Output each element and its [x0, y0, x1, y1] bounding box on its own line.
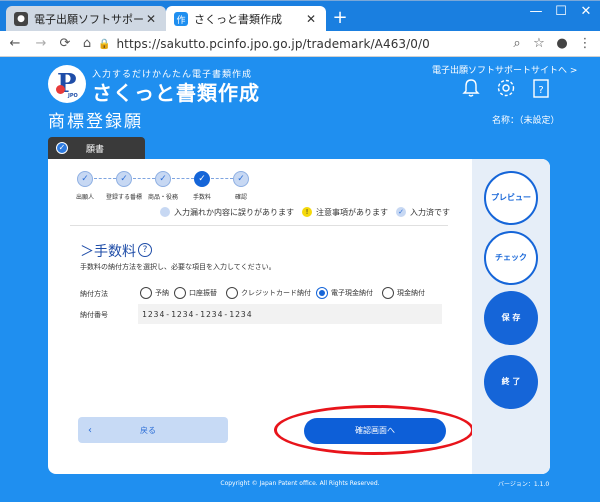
payment-number-input[interactable] — [138, 304, 442, 324]
app-page: P JPO 入力するだけかんたん電子書類作成 さくっと書類作成 電子出願ソフトサ… — [0, 57, 600, 502]
step-connector — [94, 178, 116, 179]
check-button[interactable]: チェック — [484, 231, 538, 285]
payment-number-label: 納付番号 — [80, 310, 108, 320]
site-favicon-icon: 作 — [174, 12, 188, 26]
tab-application-form[interactable]: ✓ 願書 — [48, 137, 145, 159]
chevron-left-icon: ‹ — [88, 425, 92, 436]
step-connector — [133, 178, 155, 179]
highlight-annotation-oval — [274, 405, 474, 455]
lock-icon: 🔒 — [98, 39, 110, 50]
tab-label: 願書 — [86, 142, 104, 155]
step-confirm[interactable]: ✓ — [233, 171, 249, 187]
radio-circle-icon — [174, 287, 186, 299]
radio-circle-icon — [140, 287, 152, 299]
radio-account-transfer[interactable]: 口座振替 — [174, 285, 217, 301]
browser-toolbar: ← → ⟳ ⌂ 🔒 https://sakutto.pcinfo.jpo.go.… — [0, 31, 600, 57]
step-label: 登録する番標 — [106, 192, 142, 201]
legend-done: 入力済です — [410, 207, 450, 218]
step-label: 手数料 — [193, 192, 211, 201]
section-title: ＞手数料 — [80, 241, 136, 261]
url-text: https://sakutto.pcinfo.jpo.go.jp/tradema… — [116, 37, 429, 51]
radio-circle-icon — [226, 287, 238, 299]
jpo-logo-icon: P JPO — [48, 65, 86, 103]
minimize-window-button[interactable]: — — [525, 3, 547, 23]
divider — [70, 225, 448, 226]
zoom-icon[interactable]: ⌕ — [508, 35, 526, 53]
help-question-icon[interactable]: ? — [138, 243, 152, 257]
back-button[interactable]: ‹ 戻る — [78, 417, 228, 443]
step-connector — [211, 178, 233, 179]
bookmark-star-icon[interactable]: ☆ — [530, 35, 548, 53]
help-document-icon[interactable]: ? — [530, 77, 552, 99]
new-tab-button[interactable]: + — [330, 9, 350, 29]
support-site-link[interactable]: 電子出願ソフトサポートサイトへ > — [432, 63, 577, 76]
payment-method-label: 納付方法 — [80, 289, 108, 299]
step-trademark[interactable]: ✓ — [116, 171, 132, 187]
page-title: 商標登録願 — [48, 107, 143, 132]
radio-circle-icon — [382, 287, 394, 299]
bell-icon[interactable] — [460, 77, 482, 99]
legend-warning: 注意事項があります — [316, 207, 388, 218]
tab-title: 電子出願ソフトサポートサイト さくっ — [34, 11, 144, 27]
tab-close-icon[interactable]: ✕ — [144, 12, 158, 26]
step-connector — [172, 178, 194, 179]
done-check-icon: ✓ — [396, 207, 406, 217]
radio-credit-card[interactable]: クレジットカード納付 — [226, 285, 311, 301]
back-arrow-icon[interactable]: ← — [6, 35, 24, 53]
browser-tab-support[interactable]: ● 電子出願ソフトサポートサイト さくっ ✕ — [6, 6, 166, 32]
forward-arrow-icon[interactable]: → — [32, 35, 50, 53]
document-name-label: 名称：（未設定） — [492, 113, 560, 126]
radio-circle-icon — [316, 287, 328, 299]
section-description: 手数料の納付方法を選択し、必要な項目を入力してください。 — [80, 262, 276, 272]
save-button[interactable]: 保 存 — [484, 291, 538, 345]
step-label: 確認 — [235, 192, 247, 201]
maximize-window-button[interactable]: ☐ — [550, 3, 572, 23]
radio-cash[interactable]: 現金納付 — [382, 285, 425, 301]
check-circle-icon: ✓ — [56, 142, 68, 154]
reload-icon[interactable]: ⟳ — [56, 35, 74, 53]
browser-tab-strip: ● 電子出願ソフトサポートサイト さくっ ✕ 作 さくっと書類作成 ✕ + — … — [0, 0, 600, 31]
step-label: 商品・役務 — [148, 192, 178, 201]
tab-close-icon[interactable]: ✕ — [304, 12, 318, 26]
app-logo-name: さくっと書類作成 — [92, 77, 260, 106]
exit-button[interactable]: 終 了 — [484, 355, 538, 409]
radio-electronic-cash[interactable]: 電子現金納付 — [316, 285, 373, 301]
gear-icon[interactable] — [495, 77, 517, 99]
step-goods-services[interactable]: ✓ — [155, 171, 171, 187]
menu-kebab-icon[interactable]: ⋮ — [576, 35, 594, 53]
step-label: 出願人 — [76, 192, 94, 201]
tab-title: さくっと書類作成 — [194, 11, 304, 27]
site-favicon-icon: ● — [14, 12, 28, 26]
radio-prepayment[interactable]: 予納 — [140, 285, 169, 301]
error-dot-icon — [160, 207, 170, 217]
address-bar[interactable]: 🔒 https://sakutto.pcinfo.jpo.go.jp/trade… — [98, 34, 558, 54]
svg-text:?: ? — [538, 85, 543, 96]
legend-error: 入力漏れか内容に誤りがあります — [174, 207, 294, 218]
status-legend: 入力漏れか内容に誤りがあります ! 注意事項があります ✓ 入力済です — [160, 205, 450, 219]
form-panel: ✓ ✓ ✓ ✓ ✓ 出願人 登録する番標 商品・役務 手数料 確認 入力漏れか内… — [48, 159, 550, 474]
warning-icon: ! — [302, 207, 312, 217]
preview-button[interactable]: プレビュー — [484, 171, 538, 225]
profile-avatar-icon[interactable]: ● — [553, 35, 571, 53]
step-applicant[interactable]: ✓ — [77, 171, 93, 187]
footer-version: バージョン：1.1.0 — [498, 479, 549, 488]
close-window-button[interactable]: ✕ — [575, 3, 597, 23]
browser-tab-sakutto[interactable]: 作 さくっと書類作成 ✕ — [166, 6, 326, 32]
step-fee[interactable]: ✓ — [194, 171, 210, 187]
home-icon[interactable]: ⌂ — [78, 35, 96, 53]
